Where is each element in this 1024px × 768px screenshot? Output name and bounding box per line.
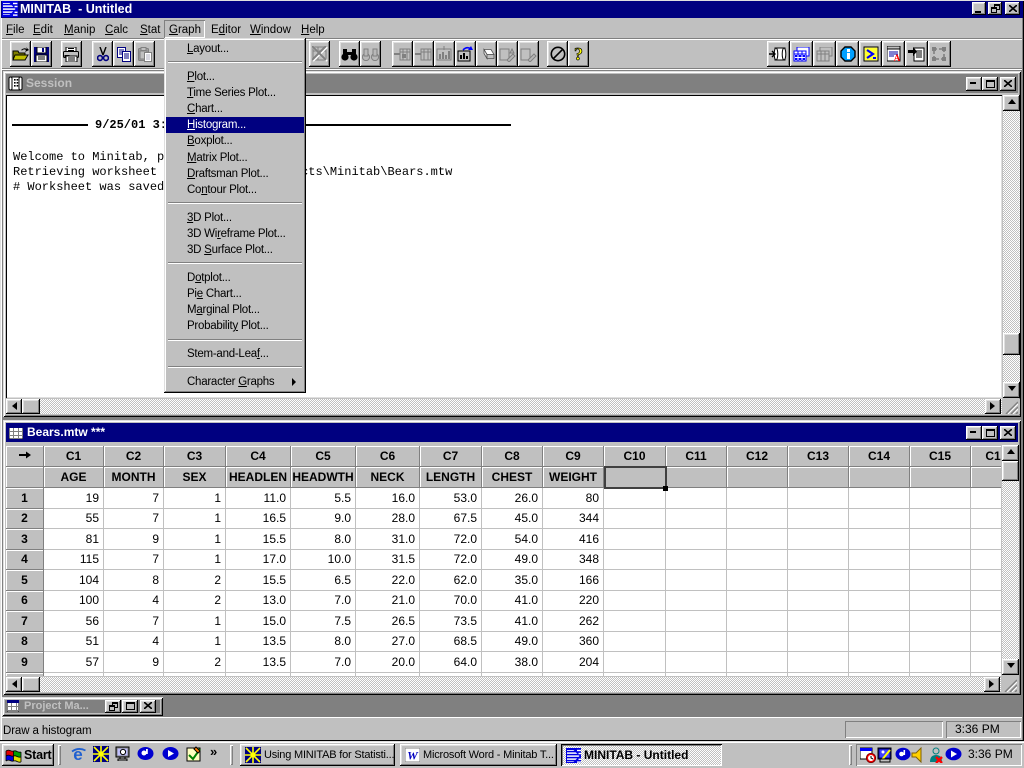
svg-text:W: W — [407, 749, 419, 763]
svg-text:?: ? — [574, 45, 583, 63]
svg-text:A: A — [893, 53, 900, 62]
